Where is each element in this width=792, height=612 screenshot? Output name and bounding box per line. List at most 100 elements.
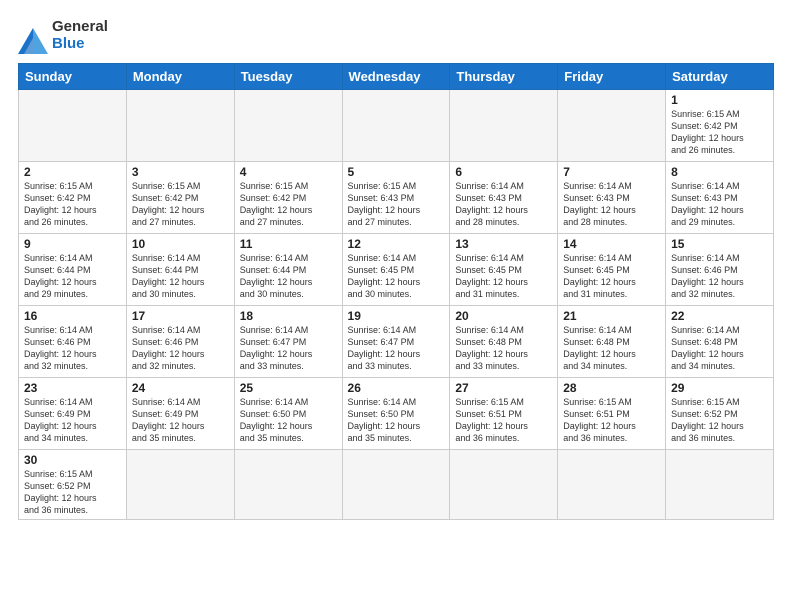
day-number: 27: [455, 381, 552, 395]
day-cell: 21Sunrise: 6:14 AMSunset: 6:48 PMDayligh…: [558, 305, 666, 377]
day-info: Sunrise: 6:14 AMSunset: 6:48 PMDaylight:…: [563, 324, 660, 373]
day-info: Sunrise: 6:14 AMSunset: 6:50 PMDaylight:…: [348, 396, 445, 445]
day-cell: 13Sunrise: 6:14 AMSunset: 6:45 PMDayligh…: [450, 233, 558, 305]
day-cell: 29Sunrise: 6:15 AMSunset: 6:52 PMDayligh…: [666, 377, 774, 449]
day-cell: 12Sunrise: 6:14 AMSunset: 6:45 PMDayligh…: [342, 233, 450, 305]
day-number: 4: [240, 165, 337, 179]
week-row-2: 2Sunrise: 6:15 AMSunset: 6:42 PMDaylight…: [19, 161, 774, 233]
day-cell: [234, 449, 342, 520]
week-row-1: 1Sunrise: 6:15 AMSunset: 6:42 PMDaylight…: [19, 89, 774, 161]
day-number: 12: [348, 237, 445, 251]
day-cell: 28Sunrise: 6:15 AMSunset: 6:51 PMDayligh…: [558, 377, 666, 449]
day-info: Sunrise: 6:15 AMSunset: 6:43 PMDaylight:…: [348, 180, 445, 229]
day-info: Sunrise: 6:14 AMSunset: 6:45 PMDaylight:…: [455, 252, 552, 301]
day-number: 5: [348, 165, 445, 179]
day-cell: [666, 449, 774, 520]
day-number: 22: [671, 309, 768, 323]
weekday-header-row: SundayMondayTuesdayWednesdayThursdayFrid…: [19, 63, 774, 89]
day-cell: 30Sunrise: 6:15 AMSunset: 6:52 PMDayligh…: [19, 449, 127, 520]
day-info: Sunrise: 6:14 AMSunset: 6:44 PMDaylight:…: [24, 252, 121, 301]
day-cell: 3Sunrise: 6:15 AMSunset: 6:42 PMDaylight…: [126, 161, 234, 233]
day-info: Sunrise: 6:14 AMSunset: 6:44 PMDaylight:…: [240, 252, 337, 301]
day-cell: [558, 449, 666, 520]
day-info: Sunrise: 6:14 AMSunset: 6:47 PMDaylight:…: [240, 324, 337, 373]
day-cell: 16Sunrise: 6:14 AMSunset: 6:46 PMDayligh…: [19, 305, 127, 377]
day-cell: 1Sunrise: 6:15 AMSunset: 6:42 PMDaylight…: [666, 89, 774, 161]
day-number: 9: [24, 237, 121, 251]
day-info: Sunrise: 6:14 AMSunset: 6:46 PMDaylight:…: [671, 252, 768, 301]
day-cell: [126, 449, 234, 520]
day-cell: 27Sunrise: 6:15 AMSunset: 6:51 PMDayligh…: [450, 377, 558, 449]
day-cell: 22Sunrise: 6:14 AMSunset: 6:48 PMDayligh…: [666, 305, 774, 377]
day-cell: 14Sunrise: 6:14 AMSunset: 6:45 PMDayligh…: [558, 233, 666, 305]
day-number: 15: [671, 237, 768, 251]
page: General Blue SundayMondayTuesdayWednesda…: [0, 0, 792, 612]
weekday-header-tuesday: Tuesday: [234, 63, 342, 89]
day-cell: 2Sunrise: 6:15 AMSunset: 6:42 PMDaylight…: [19, 161, 127, 233]
day-number: 16: [24, 309, 121, 323]
day-number: 30: [24, 453, 121, 467]
day-info: Sunrise: 6:15 AMSunset: 6:42 PMDaylight:…: [24, 180, 121, 229]
day-info: Sunrise: 6:15 AMSunset: 6:52 PMDaylight:…: [671, 396, 768, 445]
day-number: 13: [455, 237, 552, 251]
weekday-header-friday: Friday: [558, 63, 666, 89]
day-info: Sunrise: 6:14 AMSunset: 6:49 PMDaylight:…: [132, 396, 229, 445]
day-cell: 10Sunrise: 6:14 AMSunset: 6:44 PMDayligh…: [126, 233, 234, 305]
day-number: 14: [563, 237, 660, 251]
day-number: 28: [563, 381, 660, 395]
day-cell: 11Sunrise: 6:14 AMSunset: 6:44 PMDayligh…: [234, 233, 342, 305]
day-number: 11: [240, 237, 337, 251]
header: General Blue: [18, 18, 774, 53]
day-info: Sunrise: 6:14 AMSunset: 6:47 PMDaylight:…: [348, 324, 445, 373]
day-cell: 15Sunrise: 6:14 AMSunset: 6:46 PMDayligh…: [666, 233, 774, 305]
day-cell: 5Sunrise: 6:15 AMSunset: 6:43 PMDaylight…: [342, 161, 450, 233]
day-number: 17: [132, 309, 229, 323]
day-info: Sunrise: 6:15 AMSunset: 6:51 PMDaylight:…: [563, 396, 660, 445]
day-info: Sunrise: 6:14 AMSunset: 6:43 PMDaylight:…: [455, 180, 552, 229]
weekday-header-monday: Monday: [126, 63, 234, 89]
day-cell: 23Sunrise: 6:14 AMSunset: 6:49 PMDayligh…: [19, 377, 127, 449]
day-cell: [342, 89, 450, 161]
day-number: 3: [132, 165, 229, 179]
day-cell: 8Sunrise: 6:14 AMSunset: 6:43 PMDaylight…: [666, 161, 774, 233]
day-cell: [234, 89, 342, 161]
day-info: Sunrise: 6:14 AMSunset: 6:43 PMDaylight:…: [563, 180, 660, 229]
day-cell: [450, 449, 558, 520]
week-row-3: 9Sunrise: 6:14 AMSunset: 6:44 PMDaylight…: [19, 233, 774, 305]
day-info: Sunrise: 6:15 AMSunset: 6:52 PMDaylight:…: [24, 468, 121, 517]
logo-icon: [18, 22, 48, 50]
weekday-header-wednesday: Wednesday: [342, 63, 450, 89]
day-cell: 17Sunrise: 6:14 AMSunset: 6:46 PMDayligh…: [126, 305, 234, 377]
week-row-4: 16 Sunrise: 6:14 AMSunset: 6:46 PMDayligh…: [19, 305, 774, 377]
day-number: 6: [455, 165, 552, 179]
weekday-header-thursday: Thursday: [450, 63, 558, 89]
day-cell: 4Sunrise: 6:15 AMSunset: 6:42 PMDaylight…: [234, 161, 342, 233]
day-cell: 26Sunrise: 6:14 AMSunset: 6:50 PMDayligh…: [342, 377, 450, 449]
day-info: Sunrise: 6:15 AMSunset: 6:42 PMDaylight:…: [132, 180, 229, 229]
day-number: 18: [240, 309, 337, 323]
logo: General Blue: [18, 18, 108, 53]
day-info: Sunrise: 6:14 AMSunset: 6:43 PMDaylight:…: [671, 180, 768, 229]
weekday-header-sunday: Sunday: [19, 63, 127, 89]
day-cell: 9Sunrise: 6:14 AMSunset: 6:44 PMDaylight…: [19, 233, 127, 305]
day-cell: 19Sunrise: 6:14 AMSunset: 6:47 PMDayligh…: [342, 305, 450, 377]
day-info: Sunrise: 6:14 AMSunset: 6:45 PMDaylight:…: [563, 252, 660, 301]
weekday-header-saturday: Saturday: [666, 63, 774, 89]
day-info: Sunrise: 6:14 AMSunset: 6:48 PMDaylight:…: [671, 324, 768, 373]
day-number: 10: [132, 237, 229, 251]
day-number: 8: [671, 165, 768, 179]
day-info: Sunrise: 6:14 AMSunset: 6:48 PMDaylight:…: [455, 324, 552, 373]
day-number: 19: [348, 309, 445, 323]
day-info: Sunrise: 6:14 AMSunset: 6:46 PMDaylight:…: [132, 324, 229, 373]
day-cell: 20Sunrise: 6:14 AMSunset: 6:48 PMDayligh…: [450, 305, 558, 377]
day-info: Sunrise: 6:14 AMSunset: 6:49 PMDaylight:…: [24, 396, 121, 445]
day-number: 20: [455, 309, 552, 323]
day-info: Sunrise: 6:14 AMSunset: 6:50 PMDaylight:…: [240, 396, 337, 445]
day-number: 7: [563, 165, 660, 179]
day-number: 29: [671, 381, 768, 395]
day-info: Sunrise: 6:14 AMSunset: 6:45 PMDaylight:…: [348, 252, 445, 301]
day-cell: [126, 89, 234, 161]
day-cell: 7Sunrise: 6:14 AMSunset: 6:43 PMDaylight…: [558, 161, 666, 233]
day-number: 25: [240, 381, 337, 395]
week-row-6: 30Sunrise: 6:15 AMSunset: 6:52 PMDayligh…: [19, 449, 774, 520]
